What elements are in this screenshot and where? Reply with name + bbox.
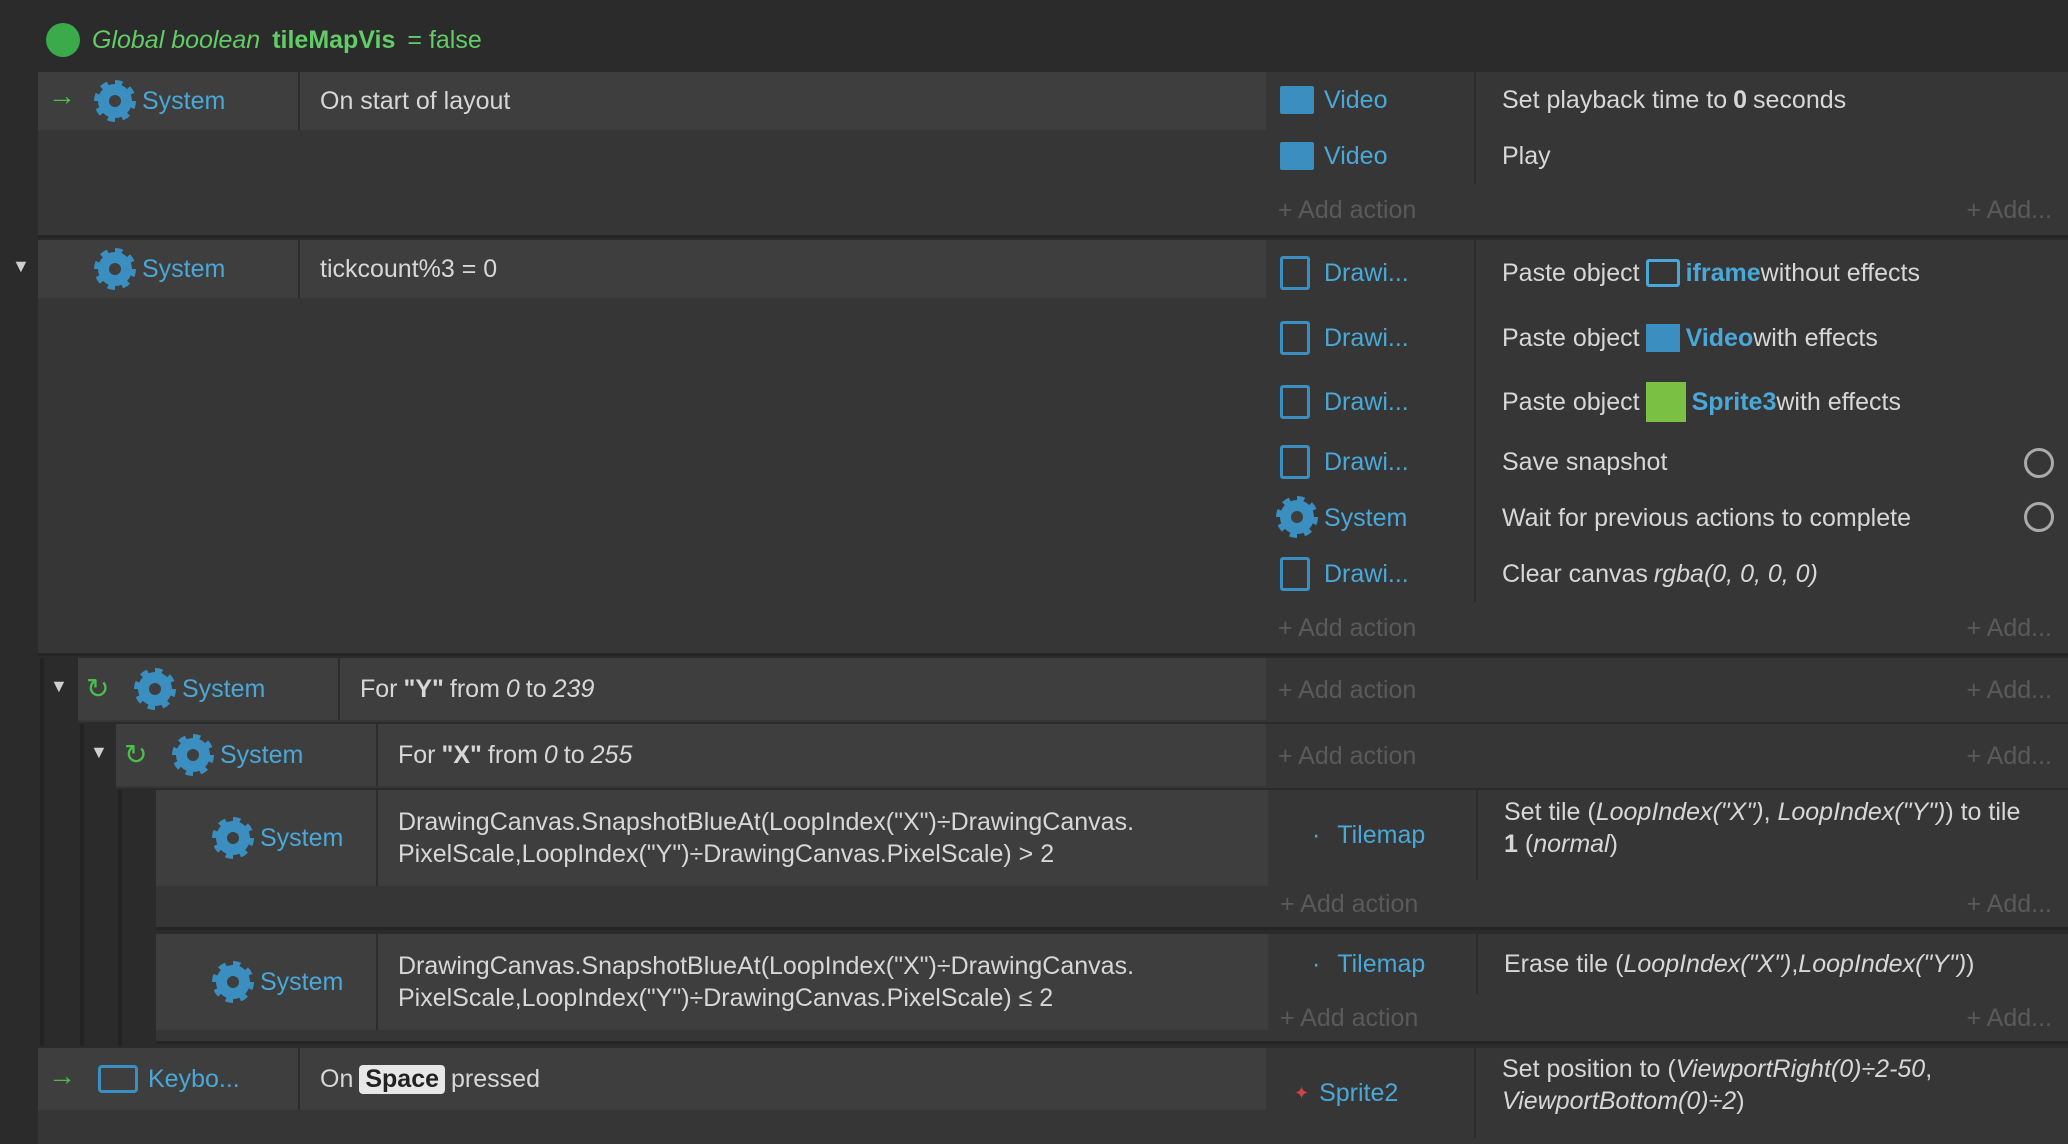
iframe-icon <box>1645 259 1680 287</box>
action-row[interactable]: Drawi... Clear canvas rgba(0, 0, 0, 0) <box>1266 546 2068 602</box>
globe-icon <box>46 23 80 57</box>
event-on-start[interactable]: → System On start of layout Video Set pl… <box>38 72 2068 238</box>
event-for-x[interactable]: ▼ ↻ System For "X" from 0 to 255 + Add a… <box>90 724 2068 788</box>
condition-row[interactable]: System tickcount%3 = 0 <box>38 240 1266 298</box>
condition-object[interactable]: System <box>212 790 378 886</box>
condition-row[interactable]: ↻ System For "X" from 0 to 255 <box>116 724 1266 786</box>
condition-object[interactable]: Keybo... <box>98 1048 300 1110</box>
loop-icon: ↻ <box>86 673 110 704</box>
condition-object[interactable]: System <box>134 658 340 720</box>
system-gear-icon <box>134 668 176 710</box>
condition-text: DrawingCanvas.SnapshotBlueAt(LoopIndex("… <box>398 808 1135 868</box>
actions: Drawi... Paste object iframe without eff… <box>1266 240 2068 653</box>
system-gear-icon <box>172 734 214 776</box>
condition-text: For "Y" from 0 to 239 <box>360 674 595 703</box>
drawing-canvas-icon <box>1280 256 1310 290</box>
condition-text: On start of layout <box>320 86 511 115</box>
action-row[interactable]: System Wait for previous actions to comp… <box>1266 490 2068 546</box>
add-more-button[interactable]: + Add... <box>1967 614 2053 643</box>
add-action-button[interactable]: + Add action <box>1278 614 1416 643</box>
global-variable[interactable]: Global boolean tileMapVis = false <box>46 18 482 62</box>
condition-text: On Space pressed <box>320 1064 540 1094</box>
condition-object[interactable]: System <box>94 72 300 130</box>
event-for-y[interactable]: ▼ ↻ System For "Y" from 0 to 239 + Add a… <box>50 658 2068 722</box>
nest-line <box>118 790 122 1046</box>
add-action-button[interactable]: + Add action <box>1280 1004 1418 1033</box>
add-action-button[interactable]: + Add action <box>1278 742 1416 771</box>
action-row[interactable]: Drawi... Paste object Sprite3 with effec… <box>1266 370 2068 434</box>
collapse-icon[interactable]: ▼ <box>12 256 30 277</box>
condition-text: DrawingCanvas.SnapshotBlueAt(LoopIndex("… <box>398 952 1135 1012</box>
sprite2-object[interactable]: ✦ Sprite2 <box>1294 1048 1476 1138</box>
system-gear-icon <box>94 80 136 122</box>
add-action-button[interactable]: + Add action <box>1278 196 1416 225</box>
action-row[interactable]: · Tilemap Set tile (LoopIndex("X"), Loop… <box>1268 790 2068 880</box>
condition-text: For "X" from 0 to 255 <box>398 740 633 769</box>
collapse-icon[interactable]: ▼ <box>90 742 108 763</box>
nest-line <box>80 724 84 1046</box>
add-more-button[interactable]: + Add... <box>1967 676 2053 705</box>
condition-row[interactable]: → Keybo... On Space pressed <box>38 1048 1266 1110</box>
add-action-button[interactable]: + Add action <box>1278 676 1416 705</box>
condition-row[interactable]: System DrawingCanvas.SnapshotBlueAt(Loop… <box>156 934 1268 1030</box>
loop-icon: ↻ <box>124 739 148 770</box>
drawing-canvas-icon <box>1280 445 1310 479</box>
global-kw: Global boolean <box>92 25 261 54</box>
action-row[interactable]: Video Set playback time to 0 seconds <box>1266 72 2068 128</box>
drawing-canvas-icon <box>1280 321 1310 355</box>
condition-row[interactable]: System DrawingCanvas.SnapshotBlueAt(Loop… <box>156 790 1268 886</box>
action-row[interactable]: Drawi... Paste object iframe without eff… <box>1266 240 2068 306</box>
nest-line <box>40 658 44 1046</box>
condition-row[interactable]: ↻ System For "Y" from 0 to 239 <box>78 658 1266 720</box>
action-row[interactable]: ✦ Sprite2 Set position to (ViewportRight(… <box>1266 1048 2068 1138</box>
trigger-arrow-icon: → <box>48 1060 76 1091</box>
system-gear-icon <box>94 248 136 290</box>
drawing-canvas-icon <box>1280 557 1310 591</box>
condition-text: tickcount%3 = 0 <box>320 254 498 283</box>
system-gear-icon <box>212 961 254 1003</box>
action-row[interactable]: Drawi... Save snapshot <box>1266 434 2068 490</box>
actions: Video Set playback time to 0 seconds Vid… <box>1266 72 2068 235</box>
global-name: tileMapVis <box>272 25 396 54</box>
wait-clock-icon <box>2024 502 2054 532</box>
add-more-button[interactable]: + Add... <box>1967 742 2053 771</box>
system-gear-icon <box>1276 496 1318 538</box>
condition-object[interactable]: System <box>172 724 378 786</box>
add-more-button[interactable]: + Add... <box>1967 196 2053 225</box>
condition-object[interactable]: System <box>94 240 300 298</box>
trigger-arrow-icon: → <box>48 80 76 111</box>
condition-row[interactable]: → System On start of layout <box>38 72 1266 130</box>
video-icon <box>1645 324 1680 352</box>
video-icon <box>1280 142 1314 170</box>
sprite2-icon: ✦ <box>1294 1082 1310 1103</box>
event-snapshot-gt[interactable]: System DrawingCanvas.SnapshotBlueAt(Loop… <box>156 790 2068 930</box>
event-tickcount[interactable]: ▼ System tickcount%3 = 0 Drawi... Paste … <box>12 240 2068 656</box>
keyboard-icon <box>98 1065 138 1093</box>
event-space-pressed[interactable]: → Keybo... On Space pressed ✦ Sprite2 Set p… <box>38 1048 2068 1144</box>
sprite3-icon <box>1645 382 1686 422</box>
async-clock-icon <box>2024 448 2054 478</box>
add-action-button[interactable]: + Add action <box>1280 890 1418 919</box>
action-row[interactable]: Drawi... Paste object Video with effects <box>1266 306 2068 370</box>
collapse-icon[interactable]: ▼ <box>50 676 68 697</box>
video-icon <box>1280 86 1314 114</box>
add-more-button[interactable]: + Add... <box>1967 890 2053 919</box>
key-badge: Space <box>359 1064 446 1094</box>
tilemap-object[interactable]: · Tilemap <box>1312 934 1478 994</box>
global-value: = false <box>407 25 482 54</box>
tilemap-object[interactable]: · Tilemap <box>1312 790 1478 880</box>
condition-object[interactable]: System <box>212 934 378 1030</box>
event-snapshot-le[interactable]: System DrawingCanvas.SnapshotBlueAt(Loop… <box>156 934 2068 1044</box>
system-gear-icon <box>212 817 254 859</box>
drawing-canvas-icon <box>1280 385 1310 419</box>
action-row[interactable]: Video Play <box>1266 128 2068 184</box>
add-more-button[interactable]: + Add... <box>1967 1004 2053 1033</box>
action-row[interactable]: · Tilemap Erase tile (LoopIndex("X"), Lo… <box>1268 934 2068 994</box>
